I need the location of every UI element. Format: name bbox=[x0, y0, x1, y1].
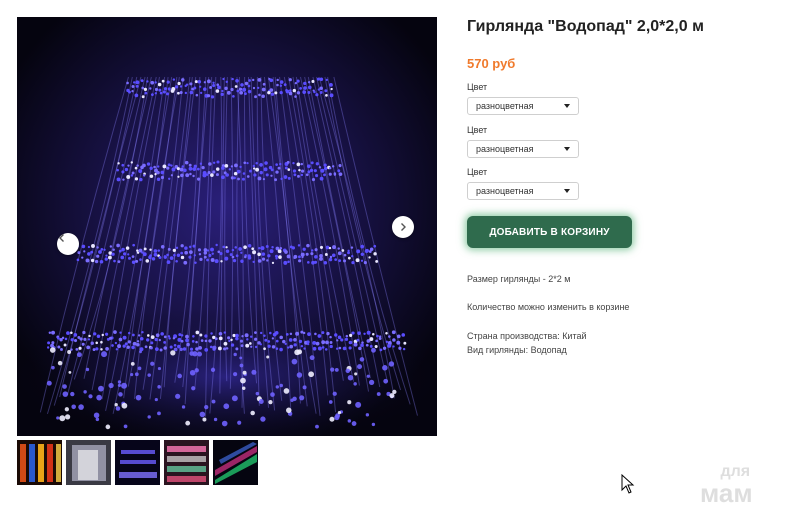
thumbnail-1[interactable] bbox=[17, 440, 62, 485]
detail-size: Размер гирлянды - 2*2 м bbox=[467, 274, 571, 284]
caret-down-icon bbox=[564, 147, 570, 151]
chevron-right-icon bbox=[401, 223, 406, 231]
color-select-value: разноцветная bbox=[476, 144, 534, 154]
option-label-color-3: Цвет bbox=[467, 167, 488, 177]
thumbnail-3[interactable] bbox=[115, 440, 160, 485]
product-main-image[interactable] bbox=[17, 17, 437, 436]
waterfall-garland-photo bbox=[17, 17, 437, 436]
detail-type: Вид гирлянды: Водопад bbox=[467, 345, 567, 355]
color-select-2[interactable]: разноцветная bbox=[467, 140, 579, 158]
option-label-color-1: Цвет bbox=[467, 82, 488, 92]
detail-quantity-note: Количество можно изменить в корзине bbox=[467, 302, 630, 312]
prev-image-button[interactable] bbox=[57, 233, 79, 255]
thumbnail-2[interactable] bbox=[66, 440, 111, 485]
caret-down-icon bbox=[564, 189, 570, 193]
watermark-line2: мам bbox=[700, 478, 753, 508]
caret-down-icon bbox=[564, 104, 570, 108]
thumbnail-5[interactable] bbox=[213, 440, 258, 485]
thumbnail-4[interactable] bbox=[164, 440, 209, 485]
detail-country: Страна производства: Китай bbox=[467, 331, 587, 341]
watermark-logo: для мам bbox=[700, 464, 753, 508]
product-price: 570 руб bbox=[467, 56, 516, 71]
mouse-cursor-icon bbox=[621, 473, 635, 499]
color-select-1[interactable]: разноцветная bbox=[467, 97, 579, 115]
option-label-color-2: Цвет bbox=[467, 125, 488, 135]
chevron-left-icon bbox=[59, 234, 64, 242]
color-select-3[interactable]: разноцветная bbox=[467, 182, 579, 200]
color-select-value: разноцветная bbox=[476, 101, 534, 111]
add-to-cart-button[interactable]: ДОБАВИТЬ В КОРЗИНУ bbox=[467, 216, 632, 248]
color-select-value: разноцветная bbox=[476, 186, 534, 196]
product-title: Гирлянда "Водопад" 2,0*2,0 м bbox=[467, 18, 704, 35]
next-image-button[interactable] bbox=[392, 216, 414, 238]
